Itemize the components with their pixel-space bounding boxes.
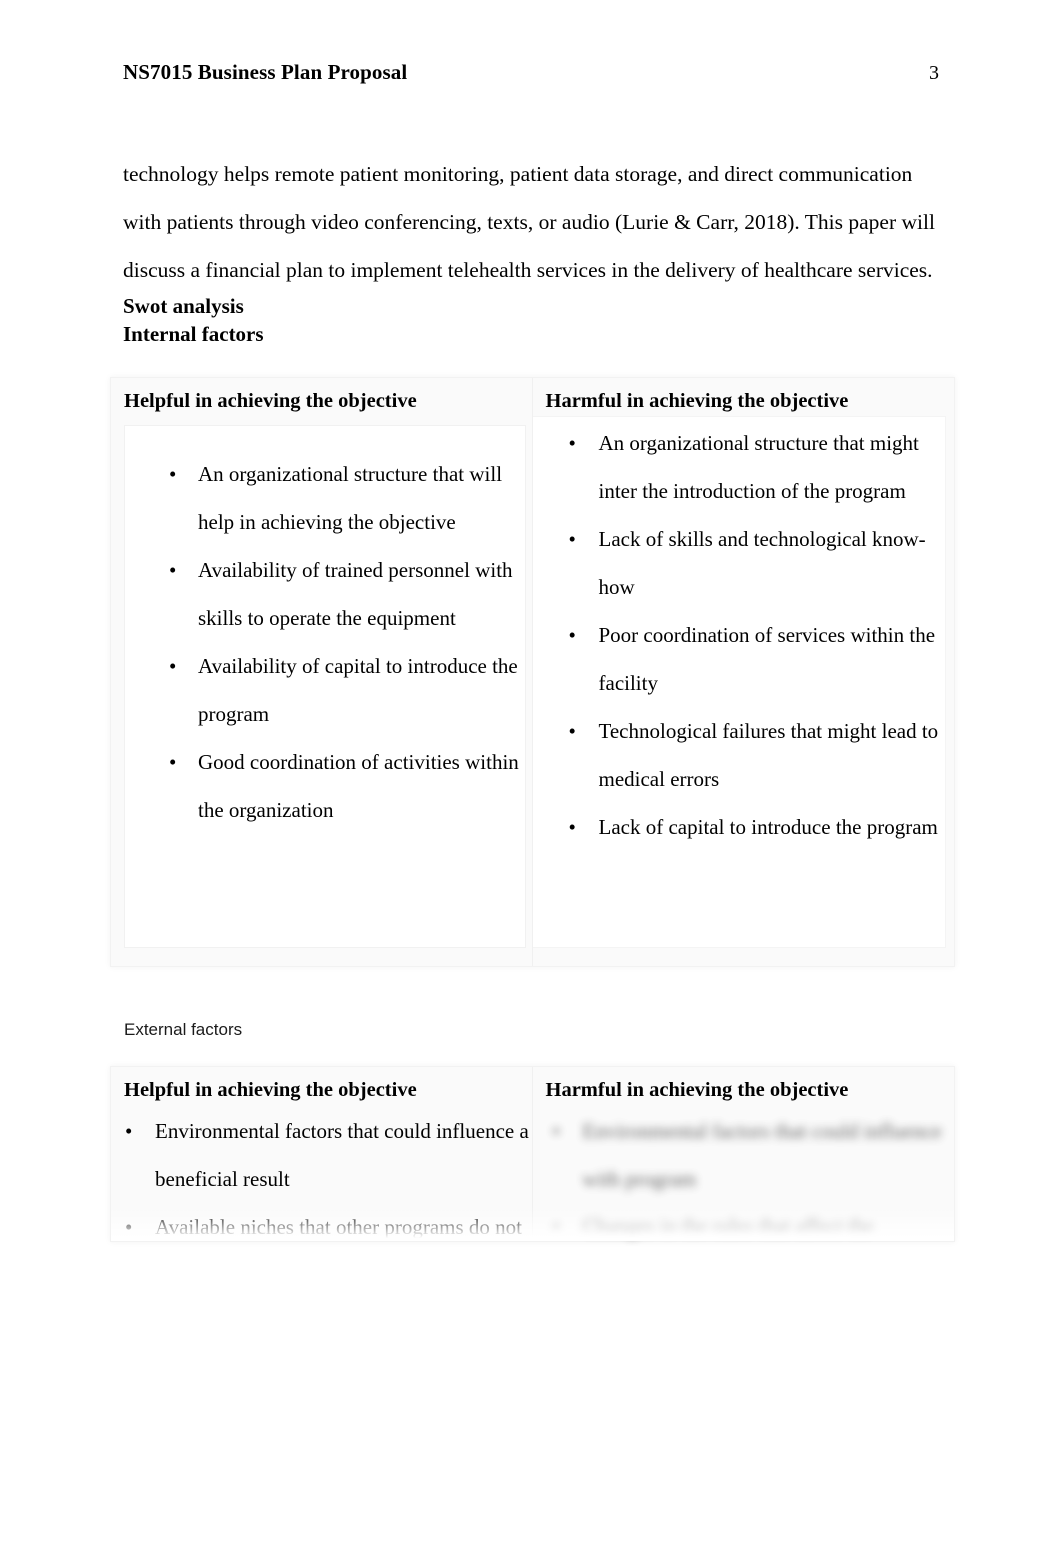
list-item: Availability of capital to introduce the… [125,642,525,738]
list-item: An organizational structure that might i… [533,419,946,515]
page-number: 3 [929,62,939,84]
list-item: Changes in the rules that affect the [533,1203,955,1251]
internal-harmful-title: Harmful in achieving the objective [545,390,849,412]
external-helpful-cell: Helpful in achieving the objective Envir… [111,1067,533,1251]
external-helpful-body: Environmental factors that could influen… [111,1107,532,1251]
body-paragraph: technology helps remote patient monitori… [123,161,935,282]
list-item: Poor coordination of services within the… [533,611,946,707]
heading-internal-factors: Internal factors [123,322,264,346]
list-item: Lack of capital to introduce the program [533,803,946,851]
document-page: NS7015 Business Plan Proposal 3 technolo… [0,0,1062,1556]
internal-helpful-cell: Helpful in achieving the objective An or… [111,378,533,966]
external-harmful-body: Environmental factors that could influen… [533,1107,955,1251]
internal-helpful-list: An organizational structure that will he… [125,450,525,834]
list-item: Lack of skills and technological know-ho… [533,515,946,611]
list-item: Environmental factors that could influen… [533,1107,955,1203]
internal-helpful-title: Helpful in achieving the objective [124,390,417,412]
external-harmful-title: Harmful in achieving the objective [545,1079,849,1101]
list-item: Available niches that other programs do … [111,1203,532,1251]
list-item: An organizational structure that will he… [125,450,525,546]
external-helpful-list: Environmental factors that could influen… [111,1107,532,1251]
list-item: Good coordination of activities within t… [125,738,525,834]
external-harmful-list: Environmental factors that could influen… [533,1107,955,1251]
internal-harmful-body: An organizational structure that might i… [532,416,946,948]
heading-external-factors: External factors [124,1020,243,1039]
internal-harmful-cell: Harmful in achieving the objective An or… [532,378,955,966]
internal-helpful-body: An organizational structure that will he… [124,425,526,948]
internal-harmful-list: An organizational structure that might i… [533,419,946,851]
header-title: NS7015 Business Plan Proposal [123,60,408,84]
list-item: Availability of trained personnel with s… [125,546,525,642]
heading-swot-analysis: Swot analysis [123,294,244,318]
external-harmful-cell: Harmful in achieving the objective Envir… [533,1067,955,1251]
internal-factors-table: Helpful in achieving the objective An or… [110,377,955,967]
document-running-header: NS7015 Business Plan Proposal 3 [123,58,939,87]
list-item: Environmental factors that could influen… [111,1107,532,1203]
list-item: Technological failures that might lead t… [533,707,946,803]
section-headings: Swot analysis Internal factors [123,292,823,348]
external-factors-table: Helpful in achieving the objective Envir… [110,1066,955,1251]
external-helpful-title: Helpful in achieving the objective [124,1079,417,1101]
